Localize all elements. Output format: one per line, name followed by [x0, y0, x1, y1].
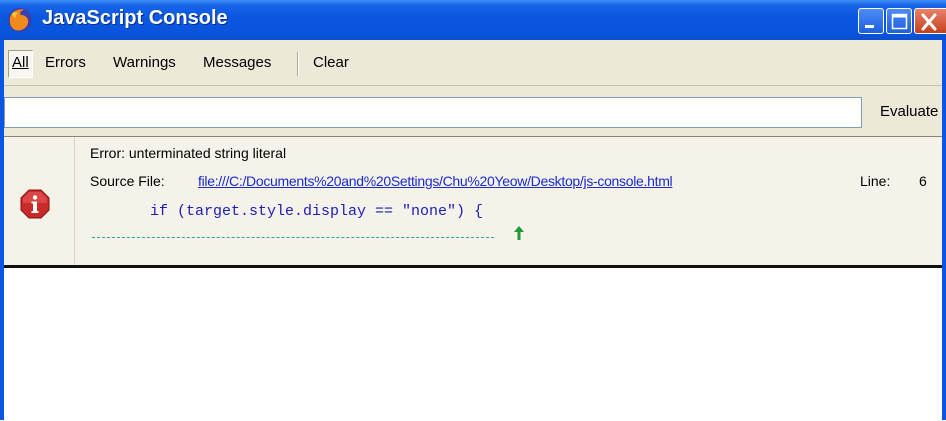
window-right-border — [942, 40, 946, 420]
maximize-icon — [891, 13, 908, 30]
console-empty-area — [4, 268, 946, 421]
clear-label: Clear — [313, 54, 349, 71]
minimize-button[interactable] — [858, 8, 884, 34]
source-code-line: if (target.style.display == "none") { — [150, 203, 484, 220]
close-icon — [921, 13, 937, 31]
error-position-dashes — [92, 237, 494, 238]
icon-column-divider — [74, 137, 75, 265]
title-bar[interactable]: JavaScript Console — [0, 0, 946, 40]
minimize-icon — [865, 25, 874, 28]
line-label: Line: — [860, 173, 891, 189]
console-client-area: All Errors Warnings Messages Clear Evalu… — [4, 40, 946, 421]
console-output[interactable]: Error: unterminated string literal Sourc… — [4, 136, 946, 421]
error-message: Error: unterminated string literal — [90, 145, 287, 161]
evaluate-row: Evaluate — [4, 94, 946, 130]
console-toolbar: All Errors Warnings Messages Clear — [4, 44, 946, 86]
filter-errors-button[interactable]: Errors — [42, 50, 89, 76]
toolbar-separator — [297, 52, 299, 76]
firefox-icon — [8, 8, 32, 32]
clear-button[interactable]: Clear — [310, 50, 352, 76]
up-arrow-icon — [514, 226, 524, 240]
window-title: JavaScript Console — [42, 7, 228, 29]
source-file-label: Source File: — [90, 173, 165, 189]
filter-messages-button[interactable]: Messages — [200, 50, 274, 76]
filter-warnings-button[interactable]: Warnings — [110, 50, 179, 76]
error-entry[interactable]: Error: unterminated string literal Sourc… — [4, 137, 946, 267]
source-file-link[interactable]: file:///C:/Documents%20and%20Settings/Ch… — [198, 173, 673, 189]
maximize-button[interactable] — [886, 8, 912, 34]
filter-messages-label: Messages — [203, 54, 272, 71]
filter-errors-label: Errors — [45, 54, 86, 71]
error-icon — [20, 189, 50, 219]
filter-all-button[interactable]: All — [8, 50, 33, 78]
filter-warnings-label: Warnings — [113, 54, 176, 71]
evaluate-input[interactable] — [4, 97, 862, 128]
evaluate-button[interactable]: Evaluate — [868, 97, 946, 128]
filter-all-label: All — [12, 54, 29, 71]
javascript-console-window: JavaScript Console All Errors Warnings M… — [0, 0, 946, 421]
line-number: 6 — [919, 173, 927, 189]
close-button[interactable] — [914, 8, 946, 34]
